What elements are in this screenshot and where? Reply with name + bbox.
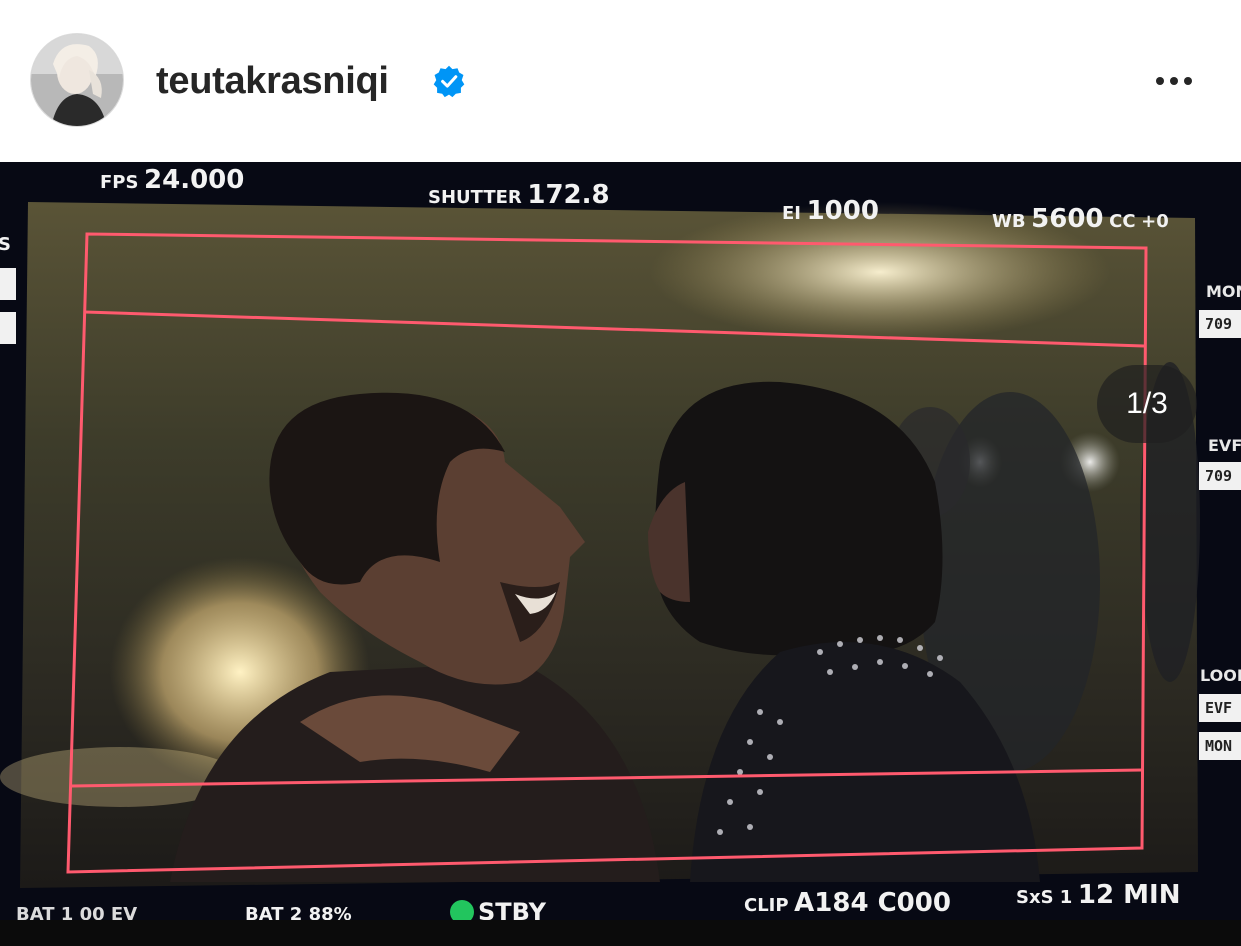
hud-left-edge: S	[0, 234, 11, 255]
clip-value: A184 C000	[794, 888, 951, 918]
look-evf: EVF	[1199, 694, 1241, 722]
ei-label: EI	[782, 203, 801, 224]
hud-battery: BAT 2 88%	[245, 904, 352, 920]
cc-label: CC	[1109, 211, 1136, 232]
look-mon: MON	[1199, 732, 1241, 760]
mon-value: 709	[1199, 310, 1241, 338]
shutter-label: SHUTTER	[428, 187, 522, 208]
cc-value: +0	[1141, 211, 1169, 232]
dot	[1184, 77, 1192, 85]
battery-partial: BAT 2 88%	[245, 904, 352, 920]
stby-status-icon	[450, 900, 474, 920]
camera-monitor-photo	[0, 202, 1200, 888]
wb-value: 5600	[1031, 204, 1104, 234]
hud-stby: STBY	[450, 898, 546, 920]
left-edge-label: S	[0, 234, 11, 255]
post-media[interactable]: FPS 24.000 SHUTTER 172.8 EI 1000 WB 5600…	[0, 162, 1241, 920]
username[interactable]: teutakrasniqi	[156, 58, 389, 104]
hud-shutter: SHUTTER 172.8	[428, 180, 610, 210]
dot	[1170, 77, 1178, 85]
stby-label: STBY	[478, 898, 547, 920]
hud-fps: FPS 24.000	[100, 165, 244, 195]
hud-clip: CLIP A184 C000	[744, 888, 951, 918]
hud-media: SxS 1 12 MIN	[1016, 880, 1180, 910]
carousel-counter: 1/3	[1097, 365, 1197, 443]
evf-label: EVF	[1208, 436, 1241, 455]
wb-label: WB	[992, 211, 1026, 232]
hud-ei: EI 1000	[782, 196, 879, 226]
avatar-photo	[31, 34, 123, 126]
clip-label: CLIP	[744, 895, 789, 916]
fps-label: FPS	[100, 172, 139, 193]
verified-badge-icon	[433, 65, 465, 98]
more-options-icon[interactable]	[1148, 62, 1200, 100]
post-header: teutakrasniqi	[0, 0, 1241, 162]
media-bottom-edge	[0, 920, 1241, 946]
bottom-left-partial: BAT 1 00 EV	[16, 904, 138, 920]
fps-value: 24.000	[144, 165, 245, 195]
hud-bottom-left: BAT 1 00 EV	[16, 904, 137, 920]
profile-avatar[interactable]	[30, 33, 124, 127]
ei-value: 1000	[806, 196, 879, 226]
dot	[1156, 77, 1164, 85]
mon-label: MON	[1206, 282, 1241, 301]
evf-value: 709	[1199, 462, 1241, 490]
sxs-value: 12 MIN	[1077, 880, 1181, 910]
sxs-label: SxS 1	[1016, 887, 1073, 908]
shutter-value: 172.8	[527, 180, 610, 210]
look-label: LOOK	[1200, 666, 1241, 685]
hud-wb: WB 5600 CC +0	[992, 204, 1169, 234]
